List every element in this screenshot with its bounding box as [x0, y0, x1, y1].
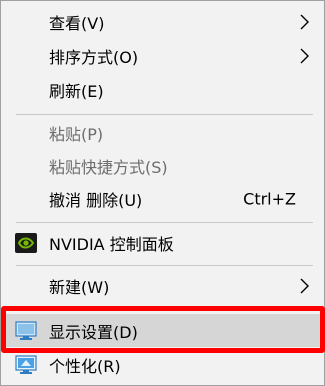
menu-item-paste[interactable]: 粘贴(P)	[1, 116, 324, 150]
desktop-context-menu: 查看(V) 排序方式(O) 刷新(E) 粘贴(P) 粘贴快捷方式(S) 撤消 删…	[0, 0, 325, 386]
menu-item-label: 显示设置(D)	[49, 322, 138, 342]
chevron-right-icon	[300, 278, 309, 294]
menu-item-refresh[interactable]: 刷新(E)	[1, 73, 324, 107]
menu-item-nvidia-control-panel[interactable]: NVIDIA 控制面板	[1, 226, 324, 260]
menu-item-personalize[interactable]: 个性化(R)	[1, 348, 324, 382]
menu-item-label: NVIDIA 控制面板	[49, 235, 174, 254]
menu-separator	[16, 265, 313, 266]
personalize-icon	[15, 355, 37, 374]
menu-item-label: 粘贴(P)	[49, 125, 104, 144]
menu-item-undo-delete[interactable]: 撤消 删除(U) Ctrl+Z	[1, 182, 324, 216]
menu-separator	[16, 308, 313, 309]
nvidia-icon	[15, 233, 37, 253]
menu-item-label: 新建(W)	[49, 278, 110, 297]
menu-item-paste-shortcut[interactable]: 粘贴快捷方式(S)	[1, 149, 324, 183]
menu-item-label: 查看(V)	[49, 14, 105, 33]
menu-item-view[interactable]: 查看(V)	[1, 5, 324, 39]
menu-item-label: 粘贴快捷方式(S)	[49, 158, 168, 177]
menu-item-label: 排序方式(O)	[49, 48, 139, 67]
menu-item-label: 个性化(R)	[49, 357, 121, 376]
display-settings-icon	[15, 320, 37, 340]
chevron-right-icon	[300, 48, 309, 64]
menu-separator	[16, 222, 313, 223]
menu-item-display-settings[interactable]: 显示设置(D)	[1, 314, 324, 347]
menu-item-label: 刷新(E)	[49, 82, 104, 101]
menu-item-new[interactable]: 新建(W)	[1, 269, 324, 303]
keyboard-shortcut: Ctrl+Z	[243, 189, 296, 209]
chevron-right-icon	[300, 14, 309, 30]
menu-separator	[16, 114, 313, 115]
menu-item-label: 撤消 删除(U)	[49, 191, 143, 210]
menu-item-sort-by[interactable]: 排序方式(O)	[1, 39, 324, 73]
